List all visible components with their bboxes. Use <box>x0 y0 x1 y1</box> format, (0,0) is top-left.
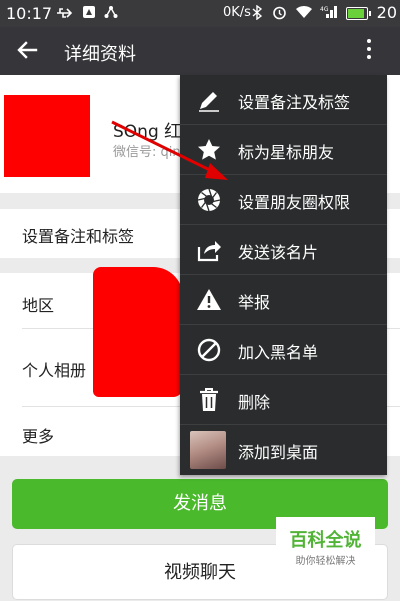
overflow-menu: 设置备注及标签 标为星标朋友 设置朋友圈权限 发送该名片 举报 加入黑名单 删除… <box>180 75 387 475</box>
menu-item-moments-permission[interactable]: 设置朋友圈权限 <box>180 175 387 225</box>
row-label: 地区 <box>22 296 55 315</box>
row-label: 设置备注和标签 <box>22 227 135 246</box>
row-label: 个人相册 <box>22 361 87 380</box>
star-icon <box>198 139 220 160</box>
wechat-id: 微信号: qin <box>113 145 181 160</box>
usb-icon <box>57 8 73 18</box>
menu-item-label: 添加到桌面 <box>238 443 319 462</box>
share-icon <box>104 6 118 18</box>
menu-item-label: 设置备注及标签 <box>238 93 351 112</box>
menu-item-delete[interactable]: 删除 <box>180 375 387 425</box>
menu-item-set-remarks[interactable]: 设置备注及标签 <box>180 75 387 125</box>
watermark-subtitle: 助你轻松解决 <box>295 556 356 567</box>
battery-icon <box>346 7 371 20</box>
avatar-redacted <box>4 95 90 177</box>
status-bar: 10:17 0K/s 4G 20 <box>0 0 400 27</box>
block-icon <box>197 338 221 362</box>
app-bar: 详细资料 <box>0 27 400 75</box>
bluetooth-icon <box>252 5 262 20</box>
redaction-mark <box>93 267 183 397</box>
watermark-title: 百科全说 <box>289 530 362 551</box>
status-time: 10:17 <box>6 4 53 23</box>
menu-item-label: 举报 <box>238 293 271 312</box>
notification-icon <box>83 6 95 18</box>
network-speed: 0K/s <box>223 5 251 20</box>
page-title: 详细资料 <box>64 44 136 65</box>
menu-item-add-to-desktop[interactable]: 添加到桌面 <box>180 425 387 475</box>
menu-item-label: 删除 <box>238 393 271 412</box>
share-card-icon <box>197 241 221 262</box>
menu-item-label: 标为星标朋友 <box>238 143 335 162</box>
warning-icon <box>197 289 221 310</box>
battery-level: 20 <box>376 3 397 22</box>
menu-item-report[interactable]: 举报 <box>180 275 387 325</box>
wifi-icon <box>296 5 312 18</box>
trash-icon <box>200 388 218 411</box>
pencil-icon <box>199 92 219 112</box>
menu-item-blacklist[interactable]: 加入黑名单 <box>180 325 387 375</box>
alarm-icon <box>273 6 286 20</box>
menu-item-star-friend[interactable]: 标为星标朋友 <box>180 125 387 175</box>
more-options-icon[interactable] <box>358 39 380 63</box>
menu-item-send-card[interactable]: 发送该名片 <box>180 225 387 275</box>
row-label: 更多 <box>22 427 55 446</box>
back-arrow-icon[interactable] <box>14 37 40 63</box>
menu-item-label: 加入黑名单 <box>238 343 319 362</box>
svg-text:4G: 4G <box>320 6 329 13</box>
menu-item-label: 发送该名片 <box>238 243 319 262</box>
aperture-icon <box>197 188 221 212</box>
watermark-logo: 百科全说 助你轻松解决 <box>276 517 375 567</box>
menu-item-label: 设置朋友圈权限 <box>238 193 351 212</box>
avatar-thumbnail <box>190 431 226 469</box>
signal-4g-icon: 4G <box>320 6 337 18</box>
